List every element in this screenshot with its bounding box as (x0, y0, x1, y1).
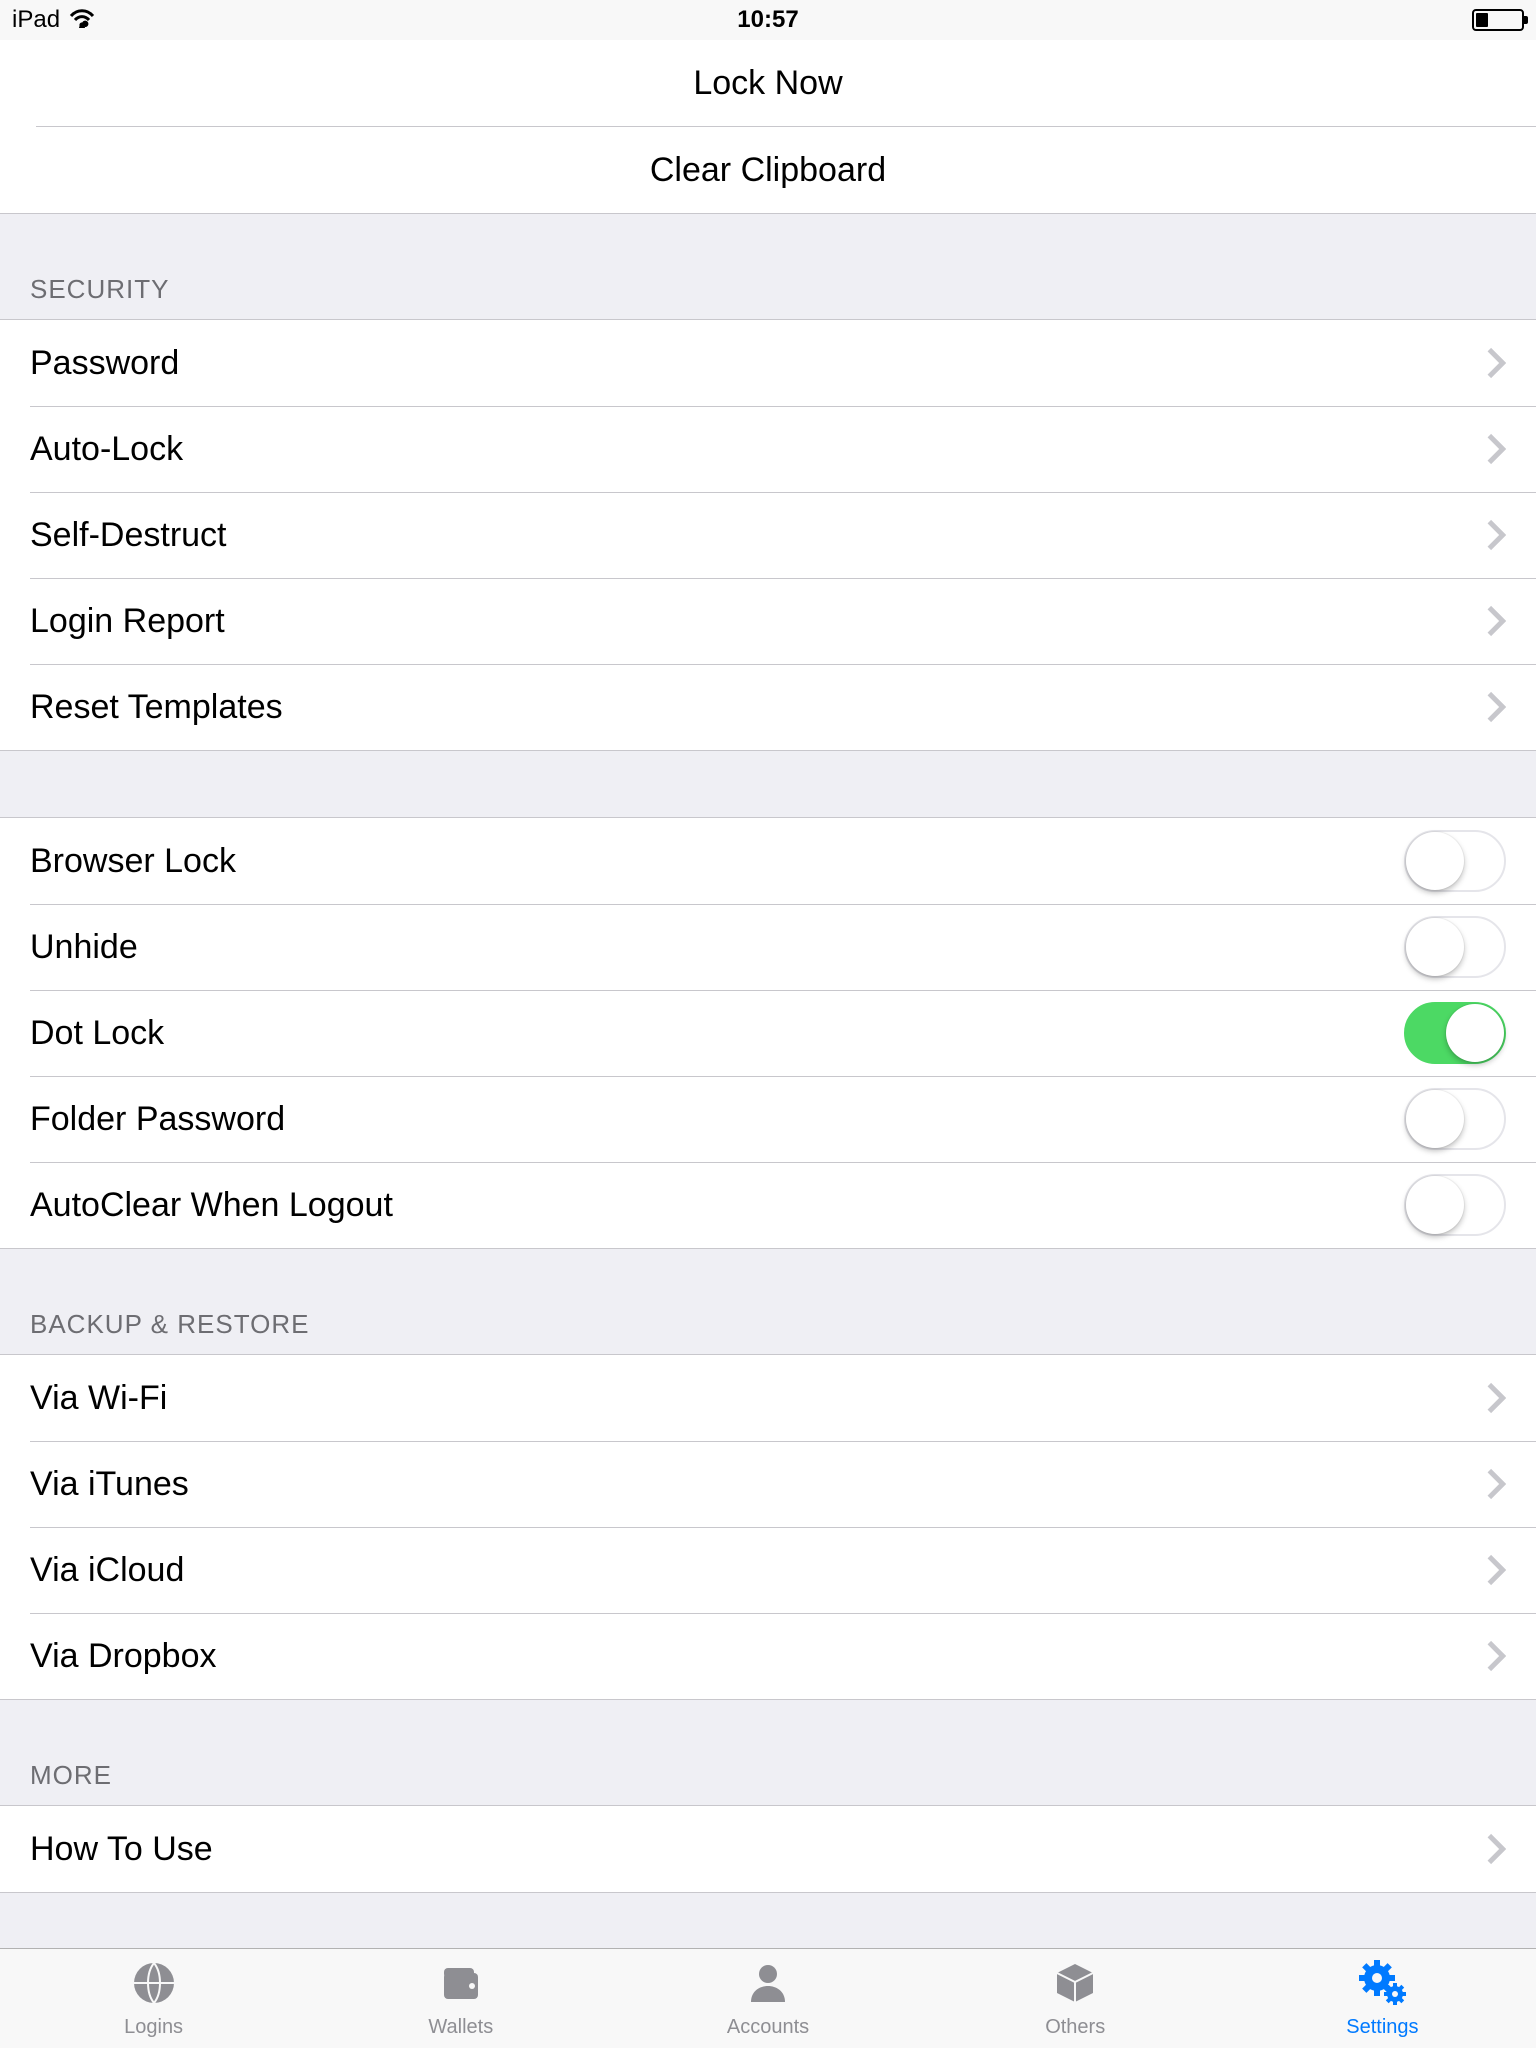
via-icloud-row[interactable]: Via iCloud (0, 1527, 1536, 1613)
folder-password-row: Folder Password (0, 1076, 1536, 1162)
backup-group: Via Wi-Fi Via iTunes Via iCloud Via Drop… (0, 1354, 1536, 1700)
via-wifi-row[interactable]: Via Wi-Fi (0, 1355, 1536, 1441)
login-report-label: Login Report (30, 602, 1486, 641)
lock-now-label: Lock Now (693, 64, 842, 103)
dot-lock-toggle[interactable] (1404, 1002, 1506, 1064)
login-report-row[interactable]: Login Report (0, 578, 1536, 664)
screen: iPad 10:57 Lock Now Clear Clipboard SECU… (0, 0, 1536, 2048)
status-left: iPad (12, 6, 96, 35)
how-to-use-row[interactable]: How To Use (0, 1806, 1536, 1892)
tab-others-label: Others (1045, 2016, 1105, 2039)
chevron-right-icon (1486, 1639, 1506, 1673)
chevron-right-icon (1486, 1832, 1506, 1866)
status-time: 10:57 (737, 6, 798, 34)
tab-others[interactable]: Others (922, 1949, 1229, 2048)
chevron-right-icon (1486, 604, 1506, 638)
box-icon (1050, 1958, 1100, 2014)
reset-templates-row[interactable]: Reset Templates (0, 664, 1536, 750)
wallet-icon (436, 1958, 486, 2014)
person-icon (743, 1958, 793, 2014)
chevron-right-icon (1486, 346, 1506, 380)
battery-icon (1472, 9, 1524, 31)
status-right (1472, 9, 1524, 31)
browser-lock-label: Browser Lock (30, 842, 1404, 881)
chevron-right-icon (1486, 518, 1506, 552)
auto-lock-label: Auto-Lock (30, 430, 1486, 469)
tab-wallets-label: Wallets (428, 2016, 493, 2039)
folder-password-toggle[interactable] (1404, 1088, 1506, 1150)
tab-accounts[interactable]: Accounts (614, 1949, 921, 2048)
unhide-row: Unhide (0, 904, 1536, 990)
device-label: iPad (12, 6, 60, 34)
dot-lock-row: Dot Lock (0, 990, 1536, 1076)
via-wifi-label: Via Wi-Fi (30, 1379, 1486, 1418)
chevron-right-icon (1486, 1381, 1506, 1415)
tab-logins[interactable]: Logins (0, 1949, 307, 2048)
autoclear-label: AutoClear When Logout (30, 1186, 1404, 1225)
more-group: How To Use (0, 1805, 1536, 1893)
via-icloud-label: Via iCloud (30, 1551, 1486, 1590)
via-dropbox-row[interactable]: Via Dropbox (0, 1613, 1536, 1699)
via-itunes-row[interactable]: Via iTunes (0, 1441, 1536, 1527)
status-bar: iPad 10:57 (0, 0, 1536, 40)
unhide-label: Unhide (30, 928, 1404, 967)
section-header-more: MORE (0, 1700, 1536, 1805)
via-dropbox-label: Via Dropbox (30, 1637, 1486, 1676)
dot-lock-label: Dot Lock (30, 1014, 1404, 1053)
how-to-use-label: How To Use (30, 1830, 1486, 1869)
unhide-toggle[interactable] (1404, 916, 1506, 978)
browser-lock-row: Browser Lock (0, 818, 1536, 904)
gear-icon (1357, 1958, 1407, 2014)
tab-accounts-label: Accounts (727, 2016, 809, 2039)
tab-settings[interactable]: Settings (1229, 1949, 1536, 2048)
clear-clipboard-label: Clear Clipboard (650, 151, 886, 190)
reset-templates-label: Reset Templates (30, 688, 1486, 727)
password-label: Password (30, 344, 1486, 383)
self-destruct-row[interactable]: Self-Destruct (0, 492, 1536, 578)
toggles-group: Browser Lock Unhide Dot Lock Folder Pass… (0, 817, 1536, 1249)
self-destruct-label: Self-Destruct (30, 516, 1486, 555)
autoclear-toggle[interactable] (1404, 1174, 1506, 1236)
tab-wallets[interactable]: Wallets (307, 1949, 614, 2048)
section-header-security: SECURITY (0, 214, 1536, 319)
via-itunes-label: Via iTunes (30, 1465, 1486, 1504)
chevron-right-icon (1486, 432, 1506, 466)
chevron-right-icon (1486, 690, 1506, 724)
content: Lock Now Clear Clipboard SECURITY Passwo… (0, 40, 1536, 1948)
chevron-right-icon (1486, 1467, 1506, 1501)
tab-bar: Logins Wallets Accounts Others (0, 1948, 1536, 2048)
security-group: Password Auto-Lock Self-Destruct Login R… (0, 319, 1536, 751)
folder-password-label: Folder Password (30, 1100, 1404, 1139)
wifi-icon (68, 6, 96, 35)
password-row[interactable]: Password (0, 320, 1536, 406)
tab-settings-label: Settings (1346, 2016, 1418, 2039)
globe-icon (129, 1958, 179, 2014)
browser-lock-toggle[interactable] (1404, 830, 1506, 892)
tab-logins-label: Logins (124, 2016, 183, 2039)
clear-clipboard-button[interactable]: Clear Clipboard (0, 127, 1536, 213)
top-actions-group: Lock Now Clear Clipboard (0, 40, 1536, 214)
auto-lock-row[interactable]: Auto-Lock (0, 406, 1536, 492)
lock-now-button[interactable]: Lock Now (0, 40, 1536, 126)
autoclear-row: AutoClear When Logout (0, 1162, 1536, 1248)
chevron-right-icon (1486, 1553, 1506, 1587)
section-header-backup: BACKUP & RESTORE (0, 1249, 1536, 1354)
